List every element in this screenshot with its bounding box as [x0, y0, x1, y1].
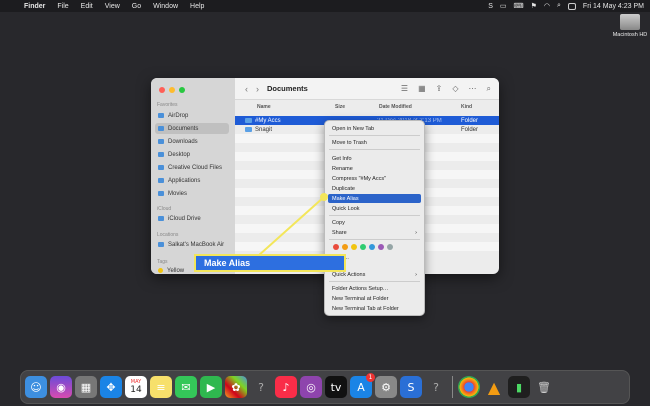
callout-label: Make Alias: [194, 254, 346, 272]
siri-dock-icon[interactable]: ◉: [50, 376, 72, 398]
calendar-dock-icon[interactable]: MAY 14: [125, 376, 147, 398]
dock: ☺ ◉ ▦ ✥ MAY 14 ≡ ✉ ▶ ✿ ? ♪ ◎ tv A1 ⚙ S ?…: [20, 370, 630, 404]
callout-line: [257, 196, 325, 257]
music-dock-icon[interactable]: ♪: [275, 376, 297, 398]
unknown-app-icon[interactable]: ?: [425, 376, 447, 398]
snagit-dock-icon[interactable]: S: [400, 376, 422, 398]
finder-dock-icon[interactable]: ☺: [25, 376, 47, 398]
battery-app-dock-icon[interactable]: ▮: [508, 376, 530, 398]
safari-dock-icon[interactable]: ✥: [100, 376, 122, 398]
launchpad-dock-icon[interactable]: ▦: [75, 376, 97, 398]
facetime-dock-icon[interactable]: ▶: [200, 376, 222, 398]
trash-dock-icon[interactable]: 🗑: [533, 376, 555, 398]
notification-badge: 1: [366, 373, 375, 382]
unknown-app-icon[interactable]: ?: [250, 376, 272, 398]
vlc-dock-icon[interactable]: ▲: [483, 376, 505, 398]
chrome-dock-icon[interactable]: [458, 376, 480, 398]
dock-divider: [452, 376, 453, 398]
notes-dock-icon[interactable]: ≡: [150, 376, 172, 398]
podcasts-dock-icon[interactable]: ◎: [300, 376, 322, 398]
messages-dock-icon[interactable]: ✉: [175, 376, 197, 398]
photos-dock-icon[interactable]: ✿: [225, 376, 247, 398]
apple-tv-dock-icon[interactable]: tv: [325, 376, 347, 398]
system-preferences-dock-icon[interactable]: ⚙: [375, 376, 397, 398]
callout-dot: [320, 193, 328, 201]
app-store-dock-icon[interactable]: A1: [350, 373, 375, 398]
